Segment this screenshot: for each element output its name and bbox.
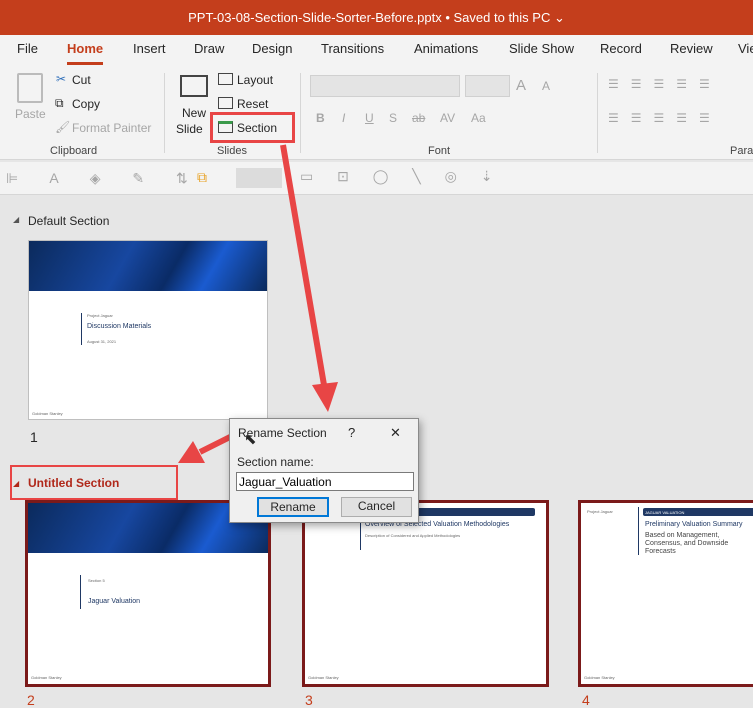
rename-button[interactable]: Rename [257,497,329,517]
close-button[interactable]: ✕ [390,425,401,441]
arrowhead [312,382,338,412]
rename-section-dialog: Rename Section ? ✕ Section name: Rename … [229,418,419,523]
mouse-cursor-icon: ⬉ [244,431,257,448]
cancel-button[interactable]: Cancel [341,497,412,517]
section-name-label: Section name: [237,455,314,469]
help-button[interactable]: ? [348,425,355,440]
arrow-to-dialog [280,144,327,386]
section-name-input[interactable] [236,472,414,491]
annotation-arrows [178,144,338,463]
